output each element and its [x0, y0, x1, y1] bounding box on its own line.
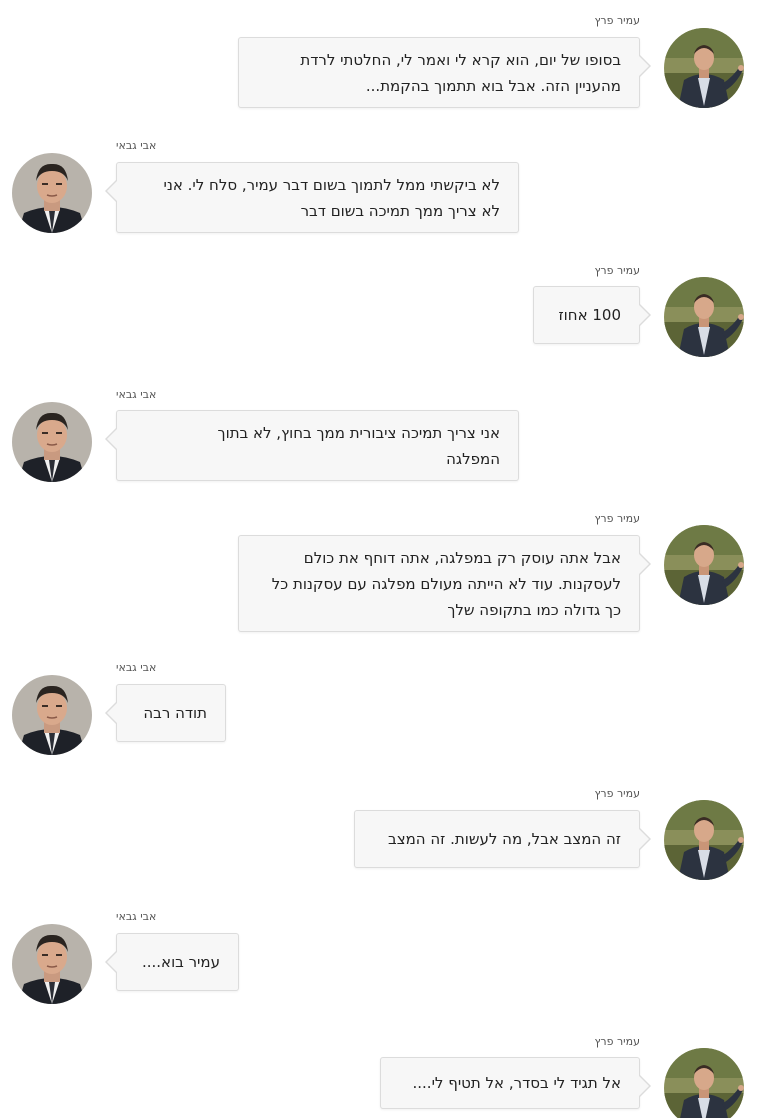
message-line: כך גדולה כמו בתקופה שלך — [447, 601, 621, 619]
message-line: אני צריך תמיכה ציבורית ממך בחוץ, לא בתוך — [217, 424, 500, 442]
message-line: לא צריך ממך תמיכה בשום דבר — [300, 202, 500, 220]
message-line: לעסקנות. עוד לא הייתה מעולם מפלגה עם עסק… — [271, 575, 621, 593]
avatar-amir-icon[interactable] — [664, 525, 744, 605]
sender-name: עמיר פרץ — [594, 14, 640, 27]
message-line: בסופו של יום, הוא קרא לי ואמר לי, החלטתי… — [300, 51, 621, 69]
message-bubble: אבל אתה עוסק רק במפלגה, אתה דוחף את כולם… — [238, 535, 651, 632]
message-line: 100 אחוז — [558, 306, 621, 324]
sender-name: עמיר פרץ — [594, 512, 640, 525]
message-line: המפלגה — [446, 450, 500, 468]
message-line: עמיר בוא.... — [141, 953, 220, 971]
sender-name: עמיר פרץ — [594, 1035, 640, 1048]
message-bubble: לא ביקשתי ממל לתמוך בשום דבר עמיר, סלח ל… — [105, 162, 519, 233]
avatar-avi-icon[interactable] — [12, 402, 92, 482]
sender-name: עמיר פרץ — [594, 787, 640, 800]
message-bubble: זה המצב אבל, מה לעשות. זה המצב — [354, 810, 651, 868]
message-bubble: אני צריך תמיכה ציבורית ממך בחוץ, לא בתוך… — [105, 410, 519, 481]
sender-name: אבי גבאי — [116, 661, 157, 674]
avatar-avi-icon[interactable] — [12, 675, 92, 755]
avatar-amir-icon[interactable] — [664, 800, 744, 880]
message-bubble: 100 אחוז — [533, 286, 651, 344]
message-line: לא ביקשתי ממל לתמוך בשום דבר עמיר, סלח ל… — [163, 176, 500, 194]
sender-name: אבי גבאי — [116, 139, 157, 152]
sender-name: אבי גבאי — [116, 388, 157, 401]
avatar-amir-icon[interactable] — [664, 277, 744, 357]
message-line: אל תגיד לי בסדר, אל תטיף לי.... — [412, 1074, 622, 1092]
message-line: אבל אתה עוסק רק במפלגה, אתה דוחף את כולם — [303, 549, 621, 567]
message-bubble: עמיר בוא.... — [105, 933, 239, 991]
sender-name: אבי גבאי — [116, 910, 157, 923]
avatar-amir-icon[interactable] — [664, 1048, 744, 1118]
avatar-avi-icon[interactable] — [12, 153, 92, 233]
message-line: תודה רבה — [143, 704, 207, 722]
message-bubble: אל תגיד לי בסדר, אל תטיף לי.... — [380, 1057, 651, 1109]
message-line: מהעניין הזה. אבל בוא תתמוך בהקמת... — [365, 77, 621, 95]
message-line: זה המצב אבל, מה לעשות. זה המצב — [388, 830, 621, 848]
sender-name: עמיר פרץ — [594, 264, 640, 277]
message-bubble: בסופו של יום, הוא קרא לי ואמר לי, החלטתי… — [238, 37, 651, 108]
avatar-avi-icon[interactable] — [12, 924, 92, 1004]
message-bubble: תודה רבה — [105, 684, 226, 742]
avatar-amir-icon[interactable] — [664, 28, 744, 108]
chat-thread: עמיר פרץ בסופו של יום, הוא קרא לי ואמר ל… — [0, 0, 758, 1118]
